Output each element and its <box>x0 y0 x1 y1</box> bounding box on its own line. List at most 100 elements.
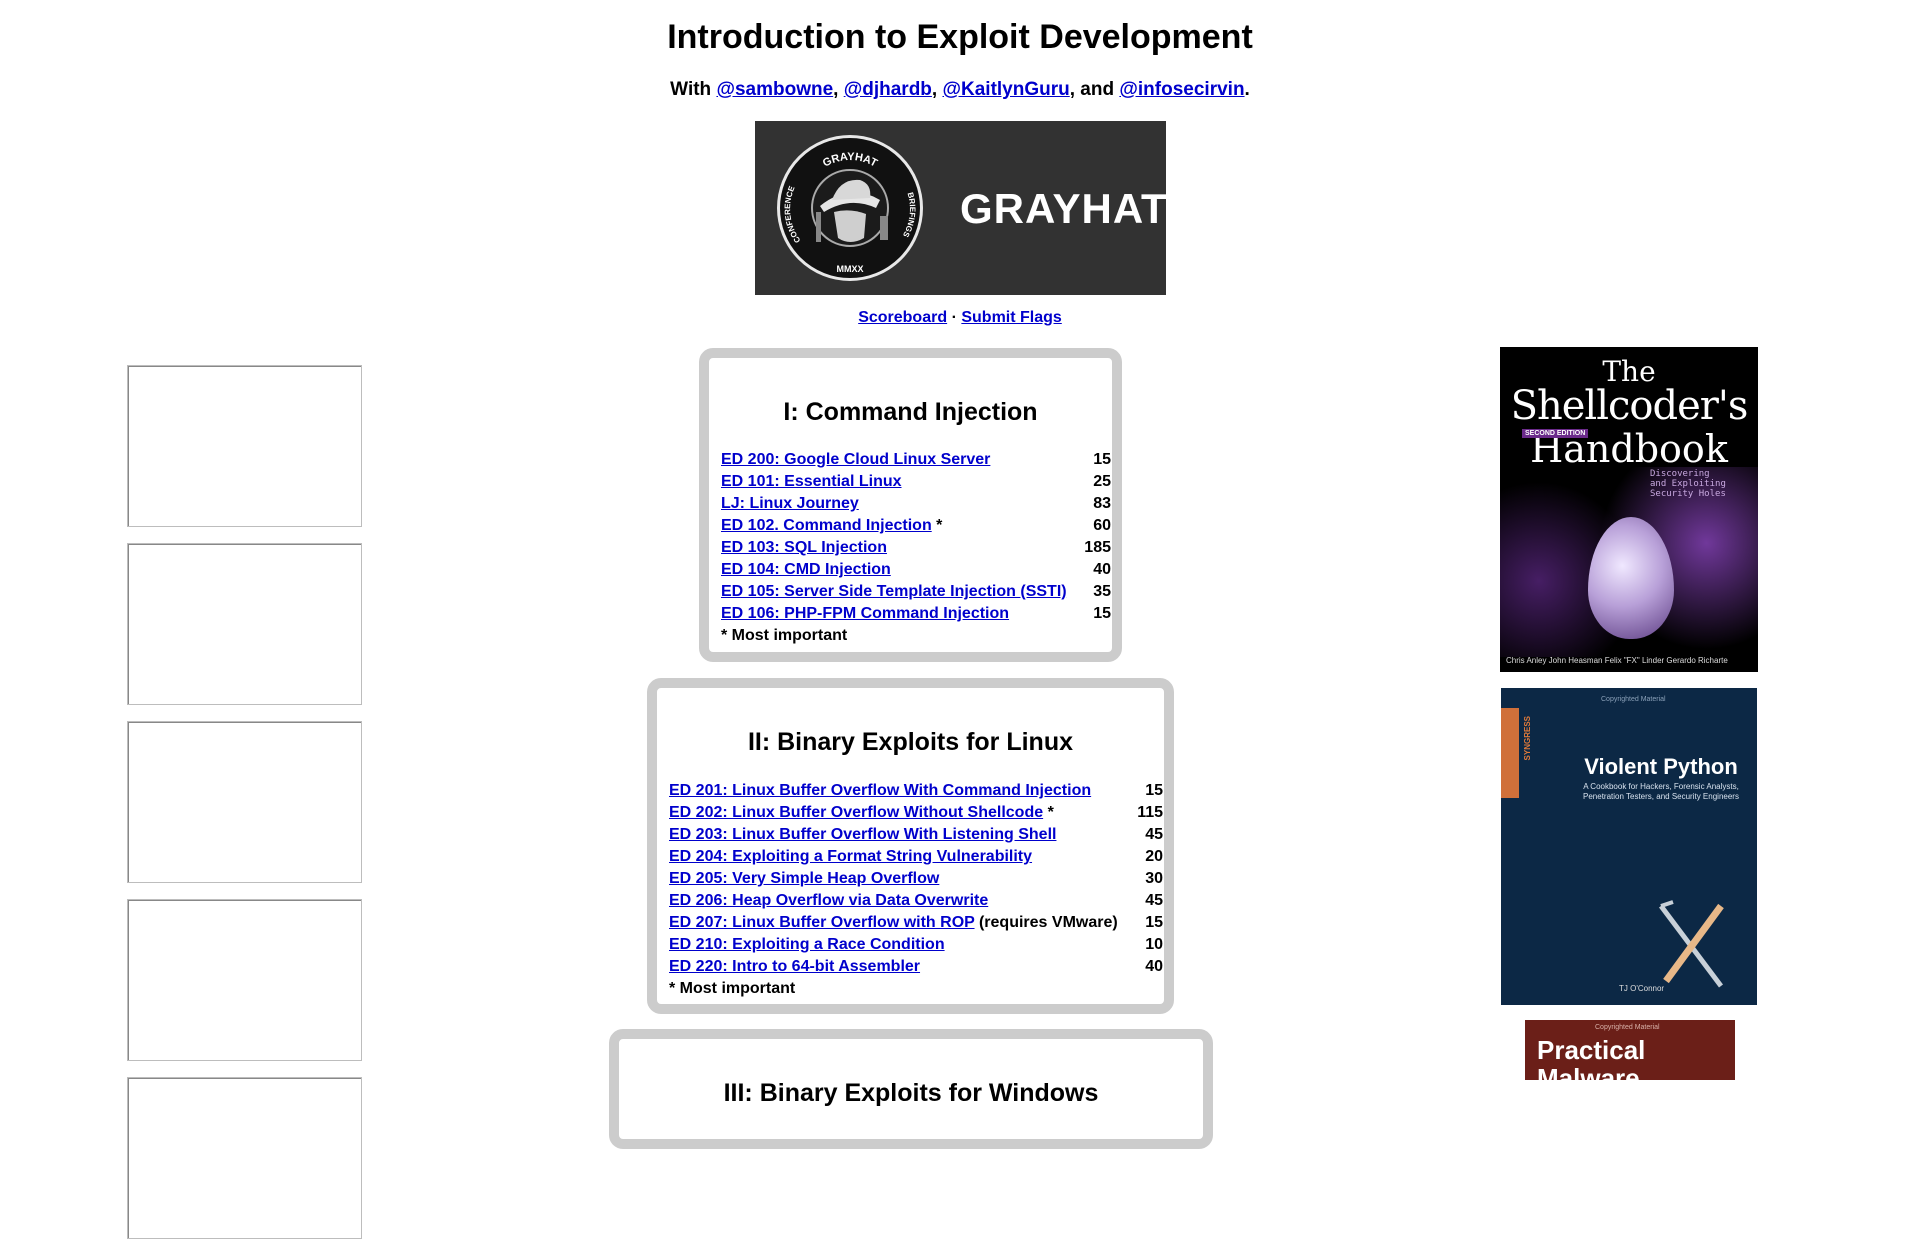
points: 15 <box>1145 914 1163 931</box>
svg-text:CONFERENCE: CONFERENCE <box>783 184 802 245</box>
book-shellcoders-handbook[interactable]: The Shellcoder's Handbook SECOND EDITION… <box>1500 347 1758 672</box>
points: 45 <box>1145 892 1163 909</box>
book-copyright: Copyrighted Material <box>1601 696 1666 703</box>
page-title: Introduction to Exploit Development <box>667 18 1253 56</box>
table-row: ED 102. Command Injection * 60 <box>721 515 1111 537</box>
ad-frame[interactable] <box>127 721 362 883</box>
table-row: ED 210: Exploiting a Race Condition 10 <box>669 934 1163 956</box>
svg-text:GRAYHAT: GRAYHAT <box>821 151 880 170</box>
author-link-infosecirvin[interactable]: @infosecirvin <box>1119 79 1244 100</box>
challenge-link[interactable]: ED 210: Exploiting a Race Condition <box>669 936 945 953</box>
table-row: ED 101: Essential Linux 25 <box>721 471 1111 493</box>
book-subtitle-line: Security Holes <box>1650 489 1726 499</box>
points: 45 <box>1145 826 1163 843</box>
byline-separator: , and <box>1069 79 1115 100</box>
book-title-line: Practical <box>1537 1035 1646 1065</box>
svg-text:BRIEFINGS: BRIEFINGS <box>901 191 917 239</box>
book-title-line: Malware <box>1537 1063 1640 1080</box>
table-row: ED 105: Server Side Template Injection (… <box>721 581 1111 603</box>
points: 185 <box>1084 539 1111 556</box>
points: 115 <box>1137 804 1163 821</box>
challenge-link[interactable]: ED 203: Linux Buffer Overflow With Liste… <box>669 826 1056 843</box>
ad-frame[interactable] <box>127 365 362 527</box>
byline-end: . <box>1244 79 1250 100</box>
challenge-link[interactable]: ED 102. Command Injection <box>721 517 932 534</box>
book-practical-malware[interactable]: Copyrighted Material Practical Malware <box>1525 1020 1735 1080</box>
points: 40 <box>1145 958 1163 975</box>
ad-frame[interactable] <box>127 1077 362 1239</box>
author-link-kaitlynguru[interactable]: @KaitlynGuru <box>942 79 1069 100</box>
book-publisher: SYNGRESS <box>1523 716 1532 761</box>
row-note: * <box>931 517 943 534</box>
top-nav: Scoreboard · Submit Flags <box>0 309 1920 327</box>
author-link-djhardb[interactable]: @djhardb <box>844 79 932 100</box>
section-title: I: Command Injection <box>783 398 1038 426</box>
book-author: TJ O'Connor <box>1619 984 1665 993</box>
challenge-link[interactable]: ED 105: Server Side Template Injection (… <box>721 583 1067 600</box>
banner-wordmark: GRAYHAT <box>960 185 1166 232</box>
crossed-tools-icon <box>1659 900 1724 988</box>
book-subtitle: A Cookbook for Hackers, Forensic Analyst… <box>1583 782 1739 801</box>
table-row: ED 104: CMD Injection 40 <box>721 559 1111 581</box>
byline-separator: , <box>931 79 938 100</box>
book-title: Violent Python <box>1584 754 1738 779</box>
challenge-link[interactable]: ED 101: Essential Linux <box>721 473 902 490</box>
book-violent-python[interactable]: Copyrighted Material SYNGRESS Violent Py… <box>1501 688 1757 1005</box>
book-title: Practical Malware <box>1537 1036 1645 1080</box>
challenge-link[interactable]: ED 207: Linux Buffer Overflow with ROP <box>669 914 975 931</box>
book-edition: SECOND EDITION <box>1522 429 1589 438</box>
seal-top-text: GRAYHAT <box>821 151 880 170</box>
table-row: ED 205: Very Simple Heap Overflow 30 <box>669 868 1163 890</box>
points: 83 <box>1093 495 1111 512</box>
book-subtitle-line: Discovering <box>1650 469 1710 479</box>
ad-frame[interactable] <box>127 899 362 1061</box>
points: 15 <box>1093 605 1111 622</box>
seal-bottom-text: MMXX <box>837 264 864 274</box>
challenge-link[interactable]: ED 202: Linux Buffer Overflow Without Sh… <box>669 804 1043 821</box>
byline-separator: , <box>833 79 839 100</box>
book-subtitle-line: and Exploiting <box>1650 479 1726 489</box>
book-copyright: Copyrighted Material <box>1595 1024 1660 1031</box>
grayhat-banner[interactable]: GRAYHAT CONFERENCE BRIEFINGS MMXX GRAYHA… <box>755 121 1166 295</box>
points: 60 <box>1093 517 1111 534</box>
table-row: ED 203: Linux Buffer Overflow With Liste… <box>669 824 1163 846</box>
points: 20 <box>1145 848 1163 865</box>
points: 25 <box>1093 473 1111 490</box>
seal-text-ring: GRAYHAT CONFERENCE BRIEFINGS MMXX <box>783 151 917 274</box>
most-important-note: * Most important <box>669 980 796 997</box>
submit-flags-link[interactable]: Submit Flags <box>961 309 1061 326</box>
section-title: II: Binary Exploits for Linux <box>747 728 1074 756</box>
challenge-link[interactable]: ED 205: Very Simple Heap Overflow <box>669 870 939 887</box>
row-note: * <box>1043 804 1054 821</box>
table-row: ED 220: Intro to 64-bit Assembler 40 <box>669 956 1163 978</box>
points: 30 <box>1145 870 1163 887</box>
challenge-link[interactable]: ED 204: Exploiting a Format String Vulne… <box>669 848 1032 865</box>
challenge-link[interactable]: ED 201: Linux Buffer Overflow With Comma… <box>669 782 1091 799</box>
table-row: ED 204: Exploiting a Format String Vulne… <box>669 846 1163 868</box>
challenge-link[interactable]: ED 106: PHP-FPM Command Injection <box>721 605 1009 622</box>
challenge-link[interactable]: ED 200: Google Cloud Linux Server <box>721 451 990 468</box>
challenge-table: ED 201: Linux Buffer Overflow With Comma… <box>669 780 1163 1000</box>
section-command-injection: I: Command Injection ED 200: Google Clou… <box>699 348 1122 662</box>
ad-frame[interactable] <box>127 543 362 705</box>
challenge-link[interactable]: LJ: Linux Journey <box>721 495 859 512</box>
challenge-link[interactable]: ED 104: CMD Injection <box>721 561 891 578</box>
table-row: ED 201: Linux Buffer Overflow With Comma… <box>669 780 1163 802</box>
table-row: ED 103: SQL Injection 185 <box>721 537 1111 559</box>
grayhat-seal-logo: GRAYHAT CONFERENCE BRIEFINGS MMXX <box>777 135 923 281</box>
challenge-link[interactable]: ED 220: Intro to 64-bit Assembler <box>669 958 920 975</box>
section-binary-exploits-windows: III: Binary Exploits for Windows <box>609 1029 1213 1149</box>
book-subtitle: Discovering and Exploiting Security Hole… <box>1650 469 1726 499</box>
most-important-note: * Most important <box>721 627 848 644</box>
author-link-sambowne[interactable]: @sambowne <box>716 79 833 100</box>
challenge-link[interactable]: ED 103: SQL Injection <box>721 539 887 556</box>
table-row: ED 200: Google Cloud Linux Server 15 <box>721 449 1111 471</box>
byline: With @sambowne, @djhardb, @KaitlynGuru, … <box>0 79 1920 101</box>
seal-right-text: BRIEFINGS <box>901 191 917 239</box>
challenge-link[interactable]: ED 206: Heap Overflow via Data Overwrite <box>669 892 988 909</box>
points: 15 <box>1093 451 1111 468</box>
scoreboard-link[interactable]: Scoreboard <box>858 309 947 326</box>
row-note: (requires VMware) <box>974 914 1118 931</box>
points: 40 <box>1093 561 1111 578</box>
book-spine-accent <box>1501 708 1519 798</box>
